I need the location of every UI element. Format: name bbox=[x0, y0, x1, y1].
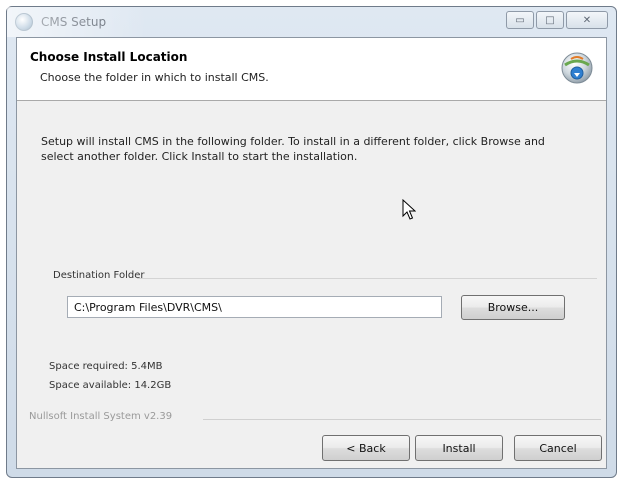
maximize-icon: □ bbox=[545, 14, 555, 26]
maximize-button[interactable]: □ bbox=[536, 11, 564, 29]
branding-divider bbox=[203, 419, 601, 420]
mouse-pointer-icon bbox=[402, 199, 416, 220]
back-button-label: < Back bbox=[346, 441, 386, 455]
installer-globe-icon bbox=[561, 52, 593, 84]
browse-button[interactable]: Browse... bbox=[461, 295, 565, 320]
destination-path-input[interactable] bbox=[67, 296, 442, 318]
dialog-client-area: Choose Install Location Choose the folde… bbox=[16, 37, 607, 469]
setup-disc-icon bbox=[15, 13, 33, 31]
installer-window: CMS Setup ▭ □ ✕ Choose Install Location … bbox=[6, 6, 617, 478]
close-icon: ✕ bbox=[582, 14, 592, 26]
window-controls: ▭ □ ✕ bbox=[506, 11, 608, 29]
page-title: Choose Install Location bbox=[30, 50, 188, 64]
back-button[interactable]: < Back bbox=[322, 435, 410, 461]
nsis-branding: Nullsoft Install System v2.39 bbox=[29, 411, 177, 422]
space-required: Space required: 5.4MB bbox=[49, 361, 163, 372]
close-button[interactable]: ✕ bbox=[566, 11, 608, 29]
install-button[interactable]: Install bbox=[415, 435, 503, 461]
space-available: Space available: 14.2GB bbox=[49, 380, 172, 391]
title-bar[interactable]: CMS Setup ▭ □ ✕ bbox=[7, 7, 616, 37]
install-description: Setup will install CMS in the following … bbox=[41, 135, 545, 163]
destination-folder-label: Destination Folder bbox=[53, 270, 149, 281]
group-divider bbox=[137, 278, 597, 279]
minimize-button[interactable]: ▭ bbox=[506, 11, 534, 29]
cancel-button-label: Cancel bbox=[539, 441, 577, 455]
browse-button-label: Browse... bbox=[487, 301, 539, 314]
dialog-header: Choose Install Location Choose the folde… bbox=[17, 38, 606, 101]
minimize-icon: ▭ bbox=[515, 14, 525, 26]
cancel-button[interactable]: Cancel bbox=[514, 435, 602, 461]
install-button-label: Install bbox=[442, 441, 476, 455]
page-subtitle: Choose the folder in which to install CM… bbox=[40, 71, 269, 84]
window-title: CMS Setup bbox=[41, 15, 107, 29]
